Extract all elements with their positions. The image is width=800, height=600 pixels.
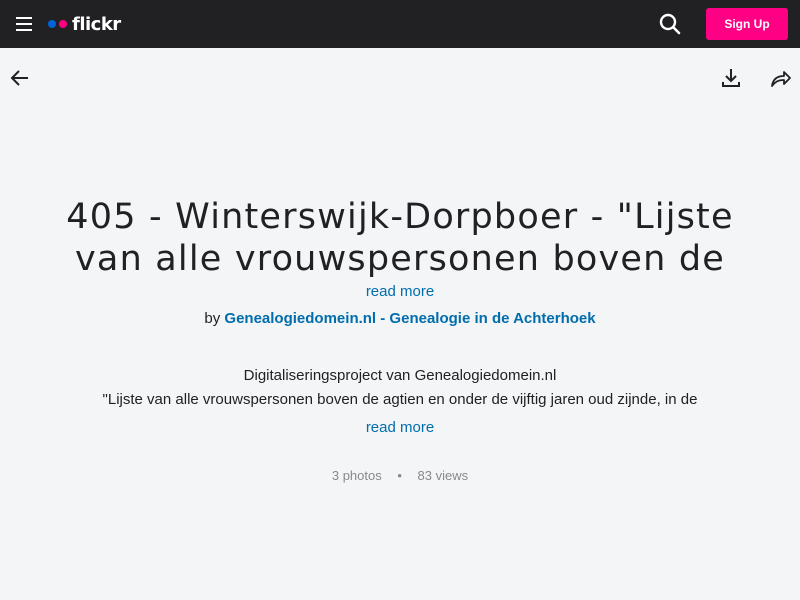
owner-link[interactable]: Genealogiedomein.nl - Genealogie in de A…: [224, 310, 595, 327]
title-read-more-link[interactable]: read more: [0, 283, 800, 300]
description-read-more-link[interactable]: read more: [0, 419, 800, 436]
photo-count: 3 photos: [331, 468, 382, 483]
album-description: Digitaliseringsproject van Genealogiedom…: [80, 364, 720, 412]
flickr-logo[interactable]: flickr: [48, 13, 121, 35]
search-icon[interactable]: [658, 12, 682, 36]
share-icon[interactable]: [769, 66, 793, 90]
logo-blue-dot: [48, 20, 56, 28]
description-line: "Lijste van alle vrouwspersonen boven de…: [102, 391, 698, 408]
sign-up-button[interactable]: Sign Up: [706, 8, 788, 40]
view-count: 83 views: [417, 468, 469, 483]
logo-pink-dot: [59, 20, 67, 28]
top-nav-bar: flickr Sign Up: [0, 0, 800, 48]
by-label: by: [204, 310, 221, 327]
stats-separator: •: [397, 468, 402, 483]
album-title: 405 - Winterswijk-Dorpboer - "Lijste van…: [66, 197, 734, 279]
album-byline: by Genealogiedomein.nl - Genealogie in d…: [0, 310, 800, 327]
logo-wordmark: flickr: [72, 13, 121, 35]
back-arrow-icon[interactable]: [8, 66, 32, 90]
description-line: Digitaliseringsproject van Genealogiedom…: [243, 367, 557, 384]
download-icon[interactable]: [719, 66, 743, 90]
hamburger-menu-icon[interactable]: [16, 17, 32, 31]
album-stats: 3 photos • 83 views: [0, 468, 800, 483]
